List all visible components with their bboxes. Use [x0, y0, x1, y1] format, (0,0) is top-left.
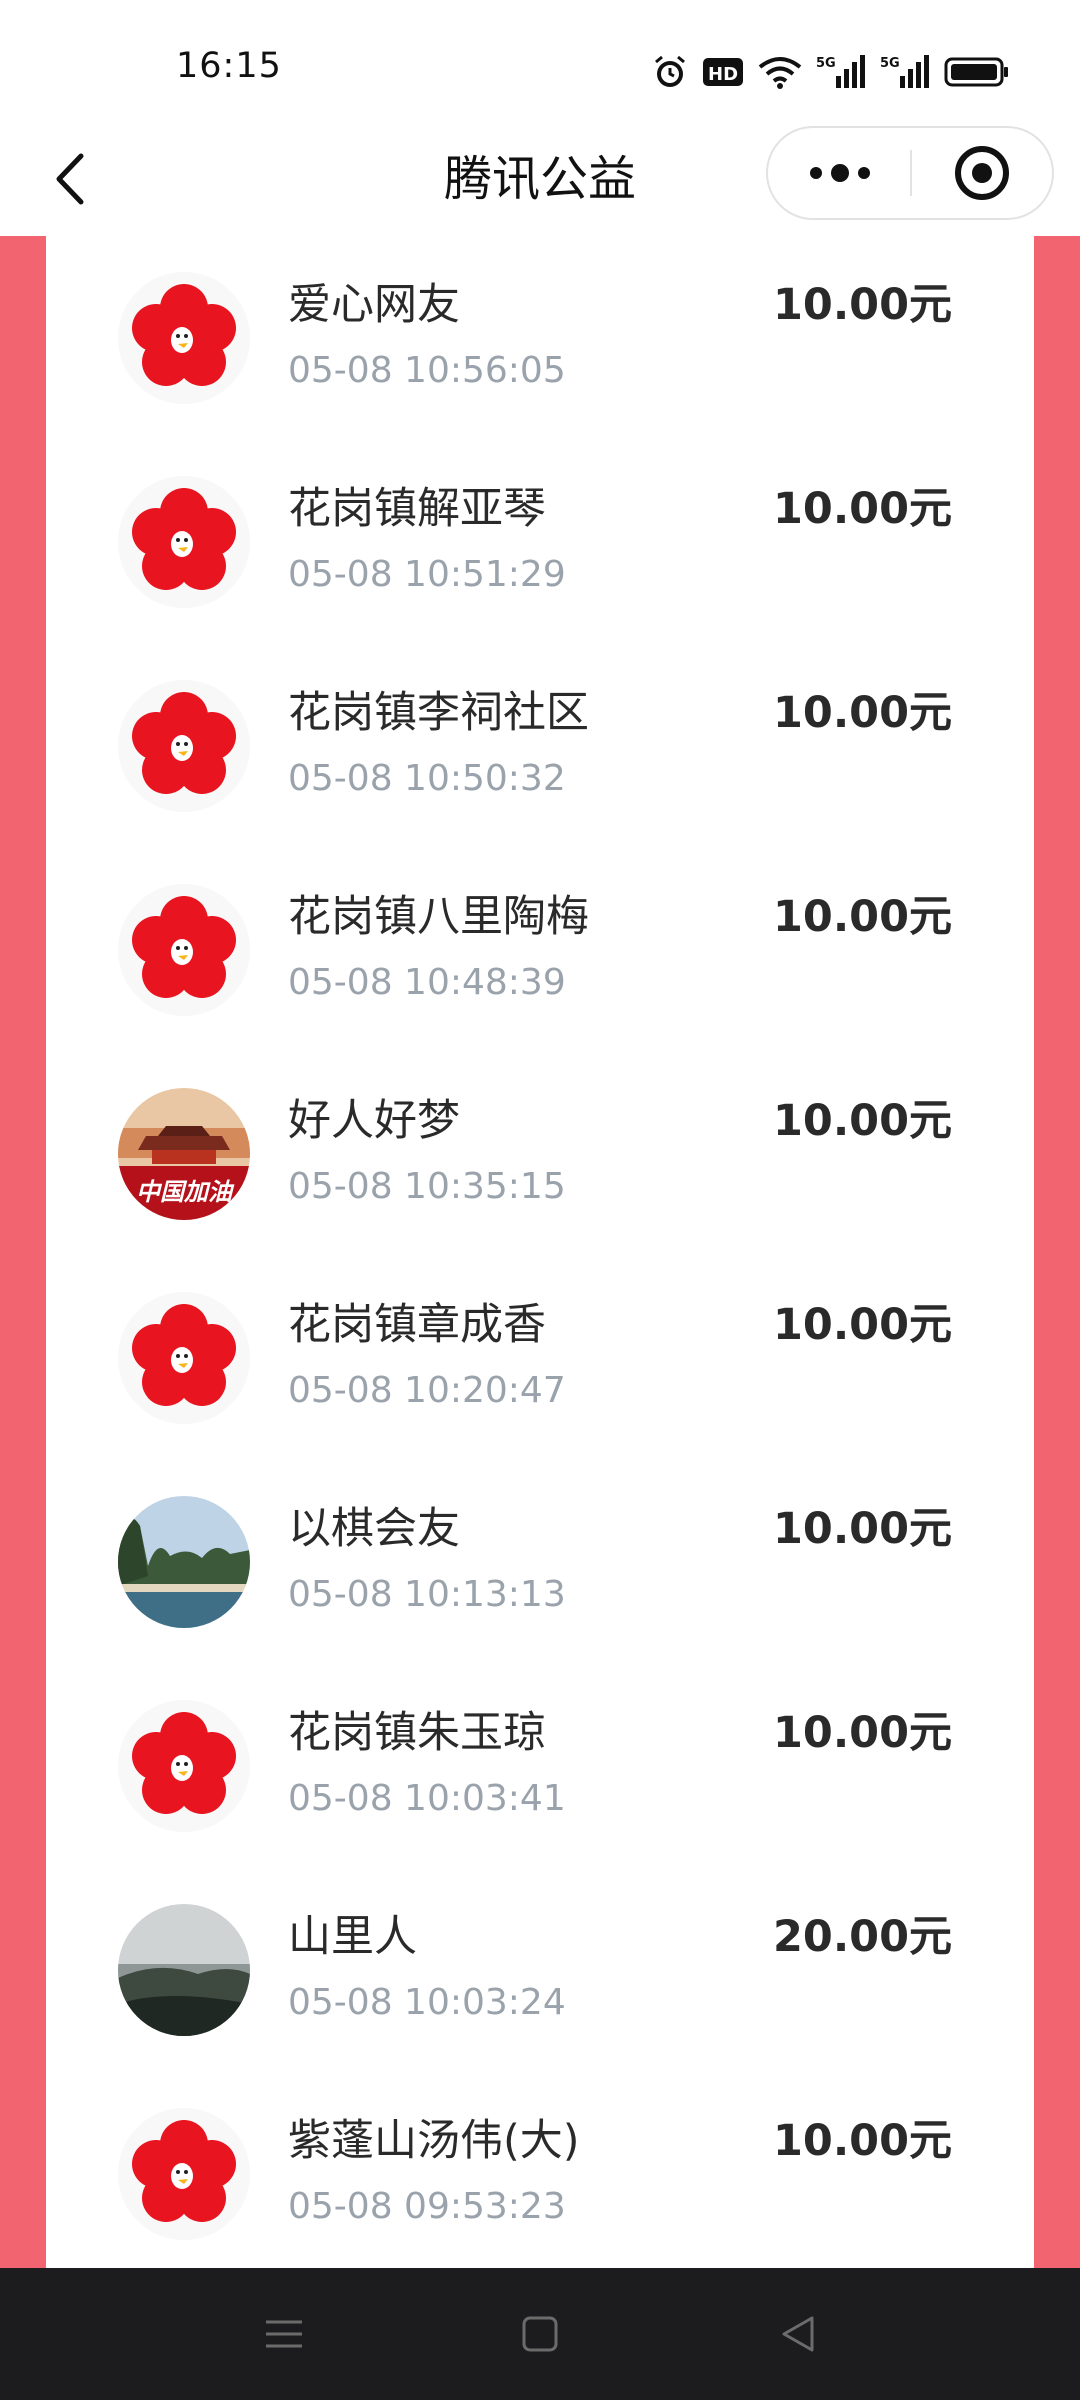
hd-voice-icon: HD — [702, 55, 744, 89]
svg-text:5G: 5G — [880, 56, 900, 71]
donation-row[interactable]: 花岗镇八里陶梅 05-08 10:48:39 10.00元 — [46, 848, 1034, 1052]
donor-name: 以棋会友 — [288, 1504, 460, 1554]
donor-name: 花岗镇八里陶梅 — [288, 892, 589, 942]
back-system-button[interactable] — [762, 2298, 834, 2370]
donation-amount: 10.00元 — [772, 2116, 952, 2166]
donation-amount: 10.00元 — [772, 280, 952, 330]
donation-row[interactable]: 以棋会友 05-08 10:13:13 10.00元 — [46, 1460, 1034, 1664]
donation-time: 05-08 10:13:13 — [288, 1574, 566, 1615]
donation-time: 05-08 10:03:41 — [288, 1778, 566, 1819]
donor-avatar — [118, 476, 250, 608]
donor-avatar — [118, 680, 250, 812]
battery-icon — [944, 56, 1010, 88]
chevron-left-icon — [56, 153, 84, 205]
target-close-icon — [955, 146, 1009, 200]
donor-name: 紫蓬山汤伟(大) — [288, 2116, 580, 2166]
donor-name: 花岗镇章成香 — [288, 1300, 546, 1350]
donation-amount: 10.00元 — [772, 1708, 952, 1758]
donor-name: 好人好梦 — [288, 1096, 460, 1146]
donor-avatar — [118, 1700, 250, 1832]
donation-time: 05-08 10:51:29 — [288, 554, 566, 595]
menu-icon — [266, 2320, 302, 2348]
svg-text:5G: 5G — [816, 56, 836, 71]
5g-signal-icon: 5G — [816, 54, 866, 90]
donor-avatar — [118, 884, 250, 1016]
donation-amount: 10.00元 — [772, 892, 952, 942]
donor-avatar — [118, 2108, 250, 2240]
donation-row[interactable]: 爱心网友 05-08 10:56:05 10.00元 — [46, 236, 1034, 440]
back-triangle-icon — [782, 2316, 814, 2352]
donation-time: 05-08 09:53:23 — [288, 2186, 566, 2227]
back-button[interactable] — [34, 142, 108, 216]
svg-text:中国加油: 中国加油 — [136, 1178, 235, 1206]
donation-row[interactable]: 中国加油 好人好梦 05-08 10:35:15 10.00元 — [46, 1052, 1034, 1256]
donor-name: 山里人 — [288, 1912, 417, 1962]
donation-row[interactable]: 山里人 05-08 10:03:24 20.00元 — [46, 1868, 1034, 2072]
5g-signal-icon: 5G — [880, 54, 930, 90]
status-time: 16:15 — [176, 46, 282, 86]
alarm-icon — [652, 54, 688, 90]
donor-name: 花岗镇解亚琴 — [288, 484, 546, 534]
donor-avatar — [118, 1292, 250, 1424]
home-square-icon — [522, 2316, 558, 2352]
donor-name: 爱心网友 — [288, 280, 460, 330]
donation-time: 05-08 10:48:39 — [288, 962, 566, 1003]
status-bar: 16:15 HD 5G 5G — [0, 0, 1080, 122]
donation-time: 05-08 10:56:05 — [288, 350, 566, 391]
donation-time: 05-08 10:35:15 — [288, 1166, 566, 1207]
donor-avatar — [118, 1904, 250, 2036]
nav-bar: 腾讯公益 — [0, 122, 1080, 236]
donation-amount: 20.00元 — [772, 1912, 952, 1962]
menu-button[interactable] — [248, 2298, 320, 2370]
status-icons: HD 5G 5G — [652, 52, 1010, 92]
home-button[interactable] — [504, 2298, 576, 2370]
donation-row[interactable]: 花岗镇章成香 05-08 10:20:47 10.00元 — [46, 1256, 1034, 1460]
more-button[interactable] — [768, 128, 912, 218]
donor-name: 花岗镇朱玉琼 — [288, 1708, 546, 1758]
donation-amount: 10.00元 — [772, 1300, 952, 1350]
wifi-icon — [758, 55, 802, 89]
donation-amount: 10.00元 — [772, 688, 952, 738]
donation-row[interactable]: 花岗镇解亚琴 05-08 10:51:29 10.00元 — [46, 440, 1034, 644]
donor-avatar — [118, 1496, 250, 1628]
donation-row[interactable]: 紫蓬山汤伟(大) 05-08 09:53:23 10.00元 — [46, 2072, 1034, 2268]
more-dots-icon — [810, 164, 870, 182]
mini-program-capsule — [766, 126, 1054, 220]
donor-name: 花岗镇李祠社区 — [288, 688, 589, 738]
svg-text:HD: HD — [708, 64, 738, 85]
donor-avatar — [118, 272, 250, 404]
donation-row[interactable]: 花岗镇朱玉琼 05-08 10:03:41 10.00元 — [46, 1664, 1034, 1868]
donation-amount: 10.00元 — [772, 1504, 952, 1554]
donation-row[interactable]: 花岗镇李祠社区 05-08 10:50:32 10.00元 — [46, 644, 1034, 848]
donation-time: 05-08 10:20:47 — [288, 1370, 566, 1411]
donation-time: 05-08 10:50:32 — [288, 758, 566, 799]
donation-list-area[interactable]: 爱心网友 05-08 10:56:05 10.00元 花岗镇解亚琴 05-08 10:5… — [0, 236, 1080, 2268]
donation-amount: 10.00元 — [772, 484, 952, 534]
donation-time: 05-08 10:03:24 — [288, 1982, 566, 2023]
donation-amount: 10.00元 — [772, 1096, 952, 1146]
close-mini-program-button[interactable] — [912, 128, 1052, 218]
system-navigation-bar — [0, 2268, 1080, 2400]
donation-list-card: 爱心网友 05-08 10:56:05 10.00元 花岗镇解亚琴 05-08 10:5… — [46, 236, 1034, 2268]
donor-avatar: 中国加油 — [118, 1088, 250, 1220]
